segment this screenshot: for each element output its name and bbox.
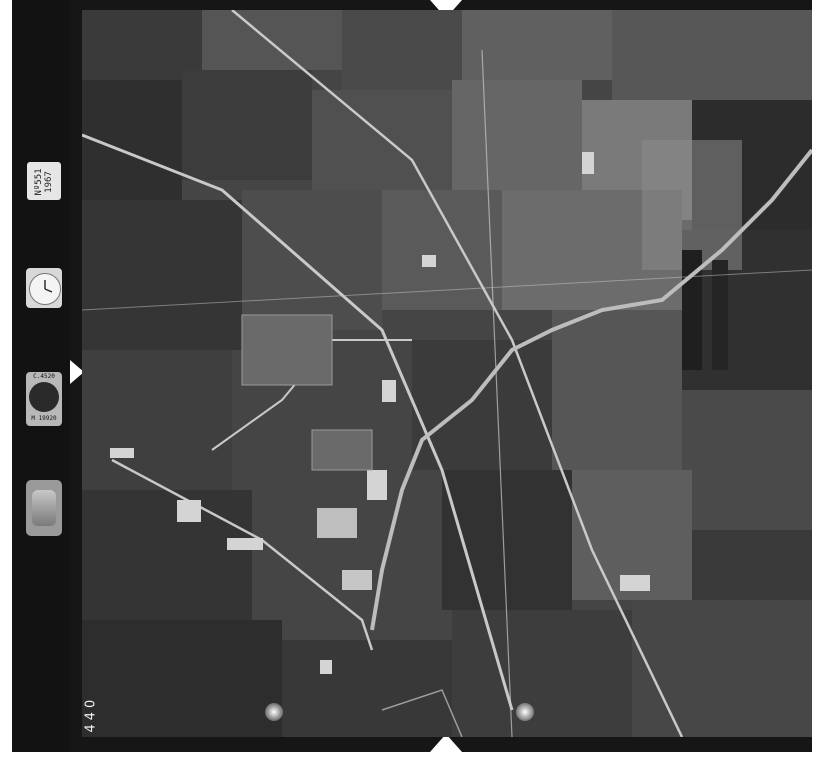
lens-glare-spot [265, 703, 283, 721]
altimeter-gauge: C.4520 M 19920 [26, 372, 62, 426]
lens-glare-spot [516, 703, 534, 721]
bubble-level [26, 480, 62, 536]
clock-face [29, 273, 61, 305]
aerial-photo [82, 10, 812, 737]
clock-hands [44, 280, 53, 293]
altimeter-bottom-label: M 19920 [31, 415, 57, 422]
frame-counter-card: Nº551 1967 [27, 162, 61, 200]
frame-number-text: 440 [83, 695, 99, 733]
altimeter-dial [29, 382, 59, 412]
frame-number-label: 440 [82, 684, 99, 734]
level-bubble [32, 490, 56, 526]
terrain-drawing [82, 10, 812, 737]
film-frame: Nº551 1967 C.4520 M 19920 440 [12, 0, 812, 752]
instrument-strip: Nº551 1967 C.4520 M 19920 [12, 0, 70, 752]
frame-counter-text: Nº551 1967 [34, 168, 54, 196]
altimeter-top-label: C.4520 [33, 373, 55, 380]
clock-icon [26, 268, 62, 308]
